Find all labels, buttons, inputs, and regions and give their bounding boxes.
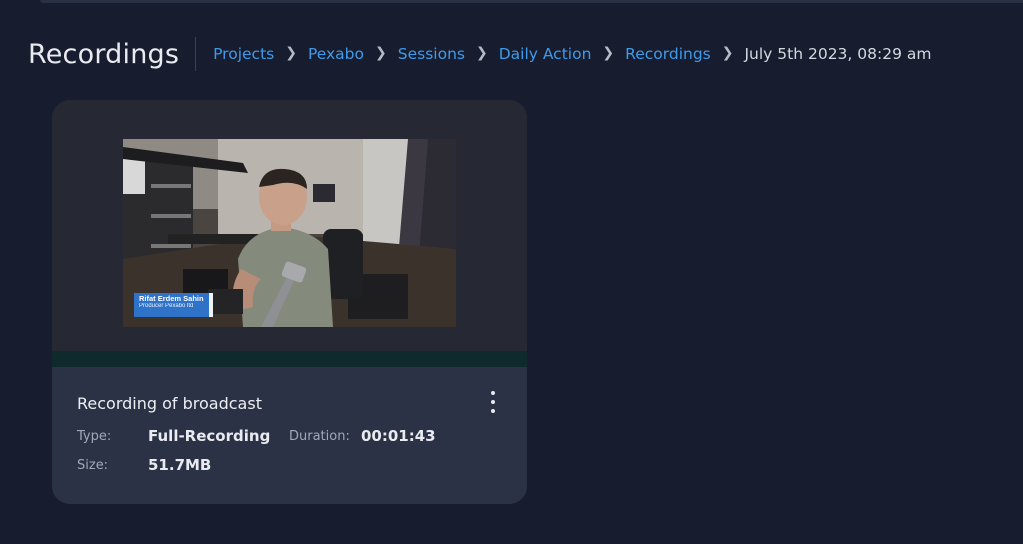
breadcrumb-sessions[interactable]: Sessions: [398, 45, 465, 63]
preview-progress-band: [52, 351, 527, 367]
chevron-right-icon: ❯: [375, 45, 387, 61]
speaker-name: Rifat Erdem Sahin: [139, 294, 204, 303]
recording-preview[interactable]: Rifat Erdem Sahin Producer Pexabo ltd: [52, 100, 527, 351]
chevron-right-icon: ❯: [602, 45, 615, 61]
chevron-right-icon: ❯: [721, 45, 734, 61]
breadcrumb-projects[interactable]: Projects: [213, 45, 274, 63]
video-thumbnail[interactable]: Rifat Erdem Sahin Producer Pexabo ltd: [123, 139, 456, 327]
type-label: Type:: [77, 429, 112, 444]
chevron-right-icon: ❯: [285, 45, 297, 61]
breadcrumb-pexabo[interactable]: Pexabo: [308, 45, 364, 63]
duration-label: Duration:: [289, 429, 350, 444]
breadcrumb-daily-action[interactable]: Daily Action: [499, 45, 592, 63]
type-value: Full-Recording: [148, 427, 271, 445]
breadcrumb-recordings[interactable]: Recordings: [625, 45, 711, 63]
chevron-right-icon: ❯: [475, 45, 488, 61]
header-divider: [195, 37, 197, 71]
recording-card[interactable]: Rifat Erdem Sahin Producer Pexabo ltd Re…: [52, 100, 527, 504]
speaker-nameplate: Rifat Erdem Sahin Producer Pexabo ltd: [134, 293, 213, 317]
duration-value: 00:01:43: [361, 427, 436, 445]
size-label: Size:: [77, 458, 109, 473]
page-header: Recordings Projects ❯ Pexabo ❯ Sessions …: [28, 36, 931, 72]
size-value: 51.7MB: [148, 456, 212, 474]
recording-title: Recording of broadcast: [77, 394, 262, 413]
breadcrumb: Projects ❯ Pexabo ❯ Sessions ❯ Daily Act…: [213, 45, 931, 63]
page-title: Recordings: [28, 38, 180, 70]
recording-details: Recording of broadcast Type: Full-Record…: [52, 367, 527, 504]
breadcrumb-current: July 5th 2023, 08:29 am: [744, 45, 932, 63]
speaker-role: Producer Pexabo ltd: [139, 302, 194, 309]
more-options-icon[interactable]: [484, 391, 502, 413]
top-bar: [40, 0, 1023, 3]
